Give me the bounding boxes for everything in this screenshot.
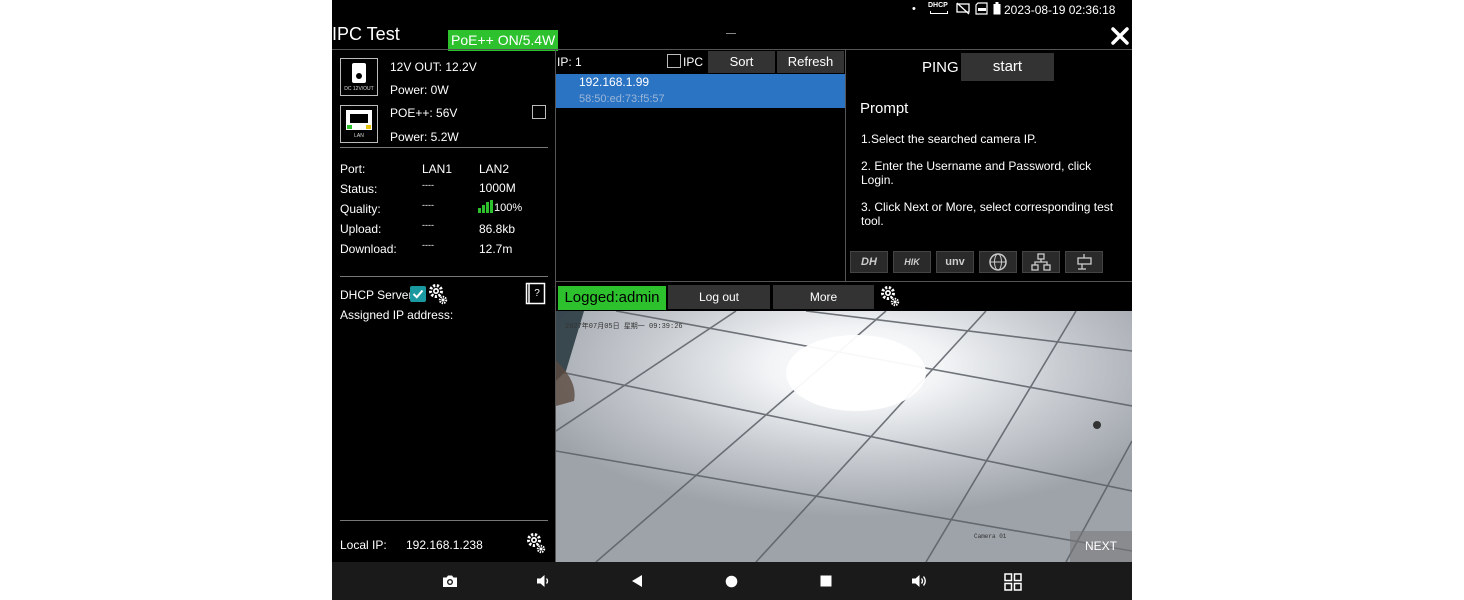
prompt-step-2: 2. Enter the Username and Password, clic… [861,159,1092,187]
back-icon[interactable] [631,574,643,588]
camera-osd-name: Camera 01 [974,533,1007,540]
logout-button[interactable]: Log out [668,285,770,309]
refresh-button[interactable]: Refresh [777,51,844,73]
lan2-header: LAN2 [479,162,510,176]
dc-out-voltage: 12V OUT: 12.2V [390,60,477,74]
download-lan2-value: 12.7m [479,242,513,256]
upload-lan1-value: ---- [422,220,434,230]
status-datetime: 2023-08-19 02:36:18 [1004,3,1116,17]
close-icon[interactable] [1108,24,1132,48]
signal-bars-icon [478,200,493,213]
status-row-label: Status: [340,182,378,196]
local-ip-value: 192.168.1.238 [406,538,483,552]
local-ip-divider [340,520,548,521]
dhcp-server-label: DHCP Server: [340,288,416,302]
dhcp-icon: DHCP [928,1,950,16]
home-icon[interactable] [725,575,738,588]
quality-row-label: Quality: [340,202,381,216]
brand-dahua-button[interactable]: DH [850,251,888,273]
lan-port-icon: LAN [340,105,378,143]
upload-row-label: Upload: [340,222,382,236]
cctv-camera-icon [1077,254,1092,270]
battery-icon [993,2,1001,15]
ip-panel-divider [845,49,846,281]
page-title: IPC Test [332,24,400,44]
globe-icon [989,253,1007,271]
sort-button[interactable]: Sort [708,51,775,73]
help-book-icon[interactable]: ? [525,282,547,306]
ports-divider [340,276,548,277]
more-button[interactable]: More [773,285,874,309]
svg-text:?: ? [534,288,540,299]
camera-ceiling-image [556,311,1132,562]
brand-hikvision-button[interactable]: HIK [893,251,931,273]
ip-list-item-ip: 192.168.1.99 [579,75,650,89]
network-topology-button[interactable] [1022,251,1060,273]
status-lan1-value: ---- [422,180,434,190]
cctv-camera-button[interactable] [1065,251,1103,273]
ip-list-item-mac: 58:50:ed:73:f5:57 [579,93,665,105]
header-divider [332,49,1132,50]
prompt-step-3: 3. Click Next or More, select correspond… [861,200,1114,228]
poe-toggle-checkbox[interactable] [532,105,546,119]
apps-icon[interactable] [1004,573,1022,591]
poe-power: Power: 5.2W [390,130,459,144]
quality-lan2-value: 100% [494,202,523,214]
local-ip-label: Local IP: [340,538,387,552]
ping-start-button[interactable]: start [961,53,1054,81]
download-lan1-value: ---- [422,240,434,250]
ip-count-label: IP: 1 [557,55,582,69]
lan-icon-caption: LAN [354,133,364,139]
system-nav-bar [332,562,1132,600]
camera-settings-gear-icon[interactable] [880,285,900,307]
dhcp-server-checkbox[interactable] [410,286,426,302]
poe-voltage: POE++: 56V [390,106,458,120]
poe-status-badge: PoE++ ON/5.4W [448,30,559,51]
dhcp-settings-gear-icon[interactable] [428,283,448,305]
camera-live-view[interactable]: 2027年07月05日 星期一 09:39:26 Camera 01 NEXT [556,311,1132,562]
notification-dot: • [912,3,916,15]
next-button[interactable]: NEXT [1070,531,1132,562]
dc-out-port-icon: DC 12V/OUT [340,58,378,96]
local-ip-settings-gear-icon[interactable] [526,532,546,554]
ping-label: PING [922,59,959,76]
download-row-label: Download: [340,242,397,256]
recents-icon[interactable] [820,575,832,587]
assigned-ip-label: Assigned IP address: [340,308,454,322]
dhcp-icon-label: DHCP [928,2,948,9]
status-bar: • DHCP 2023-08-19 02:36:18 [332,0,1132,22]
upload-lan2-value: 86.8kb [479,222,516,236]
status-lan2-value: 1000M [479,181,516,195]
onvif-globe-button[interactable] [979,251,1017,273]
network-icon [1031,253,1051,271]
device-screen: • DHCP 2023-08-19 02:36:18 IPC Test PoE+… [332,0,1132,600]
power-divider [340,147,548,148]
drag-handle [726,33,736,34]
volume-down-icon[interactable] [536,574,552,588]
dc-out-power: Power: 0W [390,83,449,97]
ipc-filter-checkbox[interactable] [667,54,681,68]
ip-list-item[interactable]: 192.168.1.99 58:50:ed:73:f5:57 [556,74,845,108]
camera-osd-time: 2027年07月05日 星期一 09:39:26 [565,323,683,331]
volume-up-icon[interactable] [911,574,929,588]
logged-in-badge: Logged:admin [558,286,666,310]
ipc-filter-label: IPC [683,55,704,69]
port-header-label: Port: [340,162,366,176]
brand-uniview-button[interactable]: unv [936,251,974,273]
prompt-step-1: 1.Select the searched camera IP. [861,132,1037,146]
camera-icon[interactable] [442,574,458,588]
no-screen-icon [956,2,970,15]
prompt-title: Prompt [860,100,909,117]
lan1-header: LAN1 [422,162,453,176]
session-divider [556,281,1132,282]
quality-lan1-value: ---- [422,200,434,210]
dc-icon-caption: DC 12V/OUT [344,86,374,92]
sd-card-icon [975,2,988,15]
